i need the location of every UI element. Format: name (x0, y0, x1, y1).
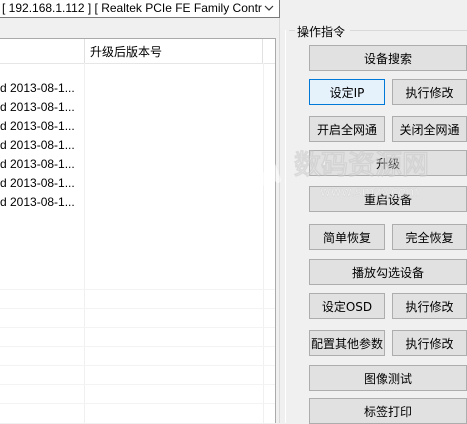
row-divider (0, 346, 275, 347)
upgrade-button[interactable]: 升级 (309, 150, 467, 176)
disable-all-network-button[interactable]: 关闭全网通 (392, 116, 467, 142)
table-row[interactable]: d 2013-08-1... (0, 79, 275, 98)
row-date: d 2013-08-1... (0, 100, 75, 114)
reboot-device-button[interactable]: 重启设备 (309, 186, 467, 212)
groupbox-border (350, 30, 467, 31)
configure-other-params-button[interactable]: 配置其他参数 (309, 330, 385, 356)
play-checked-device-button[interactable]: 播放勾选设备 (309, 259, 467, 285)
table-row[interactable]: d 2013-08-1... (0, 193, 275, 212)
table-row[interactable]: d 2013-08-1... (0, 155, 275, 174)
table-row[interactable]: d 2013-08-1... (0, 117, 275, 136)
column-header-date[interactable] (0, 39, 85, 63)
network-adapter-value: [ 192.168.1.112 ] [ Realtek PCIe FE Fami… (2, 1, 262, 15)
row-divider (0, 327, 275, 328)
panel-divider (279, 18, 280, 423)
row-date: d 2013-08-1... (0, 81, 75, 95)
image-test-button[interactable]: 图像测试 (309, 365, 467, 391)
row-divider (0, 384, 275, 385)
label-print-button[interactable]: 标签打印 (309, 398, 467, 424)
set-ip-button[interactable]: 设定IP (309, 79, 385, 105)
network-adapter-select[interactable]: [ 192.168.1.112 ] [ Realtek PCIe FE Fami… (0, 0, 280, 18)
command-group-title: 操作指令 (297, 25, 346, 39)
execute-modify-ip-button[interactable]: 执行修改 (392, 79, 467, 105)
row-date: d 2013-08-1... (0, 195, 75, 209)
column-header-upgraded-version[interactable]: 升级后版本号 (85, 39, 263, 63)
device-list-header: 升级后版本号 (0, 39, 275, 64)
row-date: d 2013-08-1... (0, 157, 75, 171)
device-search-button[interactable]: 设备搜索 (309, 45, 467, 71)
table-row[interactable]: d 2013-08-1... (0, 98, 275, 117)
device-list-rows: d 2013-08-1... d 2013-08-1... d 2013-08-… (0, 79, 275, 212)
row-date: d 2013-08-1... (0, 176, 75, 190)
chevron-down-icon[interactable] (263, 1, 275, 15)
simple-restore-button[interactable]: 简单恢复 (309, 224, 385, 250)
enable-all-network-button[interactable]: 开启全网通 (309, 116, 385, 142)
panel-divider (285, 30, 286, 423)
device-list[interactable]: 升级后版本号 d 2013-08-1... d 2013-08-1... d 2… (0, 38, 276, 423)
table-row[interactable]: d 2013-08-1... (0, 174, 275, 193)
table-row[interactable]: d 2013-08-1... (0, 136, 275, 155)
row-date: d 2013-08-1... (0, 119, 75, 133)
row-date: d 2013-08-1... (0, 138, 75, 152)
full-restore-button[interactable]: 完全恢复 (392, 224, 467, 250)
execute-modify-params-button[interactable]: 执行修改 (392, 330, 467, 356)
set-osd-button[interactable]: 设定OSD (309, 293, 385, 319)
execute-modify-osd-button[interactable]: 执行修改 (392, 293, 467, 319)
row-divider (0, 308, 275, 309)
groupbox-border (289, 30, 295, 31)
row-divider (0, 365, 275, 366)
row-divider (0, 289, 275, 290)
row-divider (0, 403, 275, 404)
